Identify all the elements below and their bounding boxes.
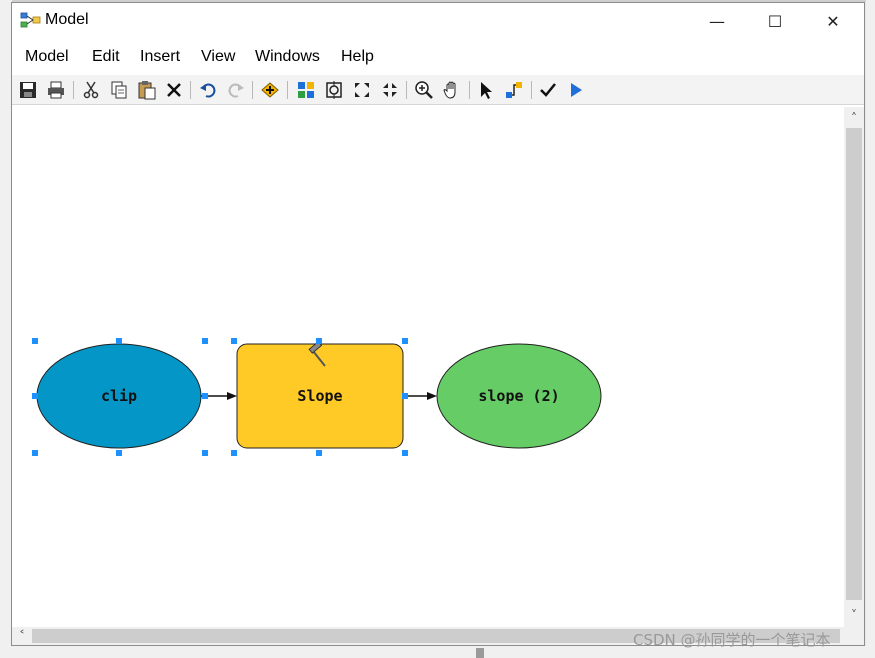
- zoom-in-fixed-icon[interactable]: [351, 79, 373, 101]
- print-icon[interactable]: [45, 79, 67, 101]
- model-builder-icon: [20, 12, 42, 28]
- toolbar: [12, 75, 864, 105]
- node-slope-output[interactable]: slope (2): [436, 343, 602, 449]
- save-icon[interactable]: [17, 79, 39, 101]
- toolbar-separator: [190, 81, 191, 99]
- select-icon[interactable]: [475, 79, 497, 101]
- menu-bar: Model Edit Insert View Windows Help: [12, 41, 864, 71]
- minimize-button[interactable]: —: [688, 3, 746, 39]
- title-bar[interactable]: Model — ☐ ✕: [12, 3, 864, 39]
- validate-icon[interactable]: [537, 79, 559, 101]
- menu-model[interactable]: Model: [25, 48, 69, 66]
- menu-help[interactable]: Help: [341, 48, 374, 66]
- toolbar-separator: [406, 81, 407, 99]
- auto-layout-icon[interactable]: [295, 79, 317, 101]
- menu-insert[interactable]: Insert: [140, 48, 180, 66]
- model-window: Model — ☐ ✕ Model Edit Insert View Windo…: [11, 2, 865, 646]
- background-app-right: [866, 0, 875, 658]
- connect-icon[interactable]: [503, 79, 525, 101]
- scroll-left-icon[interactable]: ˂: [14, 627, 30, 645]
- full-extent-icon[interactable]: [323, 79, 345, 101]
- node-clip[interactable]: clip: [36, 343, 202, 449]
- model-canvas[interactable]: clip Slope slope (2): [12, 105, 844, 627]
- zoom-out-fixed-icon[interactable]: [379, 79, 401, 101]
- undo-icon[interactable]: [197, 79, 219, 101]
- paste-icon[interactable]: [136, 79, 158, 101]
- toolbar-separator: [287, 81, 288, 99]
- watermark-text: CSDN @孙同学的一个笔记本: [633, 631, 831, 649]
- cut-icon[interactable]: [80, 79, 102, 101]
- scroll-down-icon[interactable]: ˅: [844, 606, 864, 624]
- node-clip-label: clip: [101, 387, 137, 405]
- maximize-icon: ☐: [767, 11, 783, 31]
- node-slope-output-label: slope (2): [478, 387, 559, 405]
- toolbar-separator: [469, 81, 470, 99]
- delete-icon[interactable]: [163, 79, 185, 101]
- scrollbar-corner: [844, 627, 864, 645]
- add-data-icon[interactable]: [259, 79, 281, 101]
- node-slope-tool-label: Slope: [297, 387, 342, 405]
- pan-icon[interactable]: [441, 79, 463, 101]
- scroll-up-icon[interactable]: ˄: [844, 109, 864, 127]
- model-diagram: clip Slope slope (2): [32, 338, 602, 456]
- redo-icon[interactable]: [225, 79, 247, 101]
- toolbar-separator: [531, 81, 532, 99]
- toolbar-separator: [252, 81, 253, 99]
- menu-windows[interactable]: Windows: [255, 48, 320, 66]
- menu-edit[interactable]: Edit: [92, 48, 120, 66]
- connector-slope-to-output[interactable]: [403, 392, 437, 400]
- close-button[interactable]: ✕: [804, 3, 862, 39]
- toolbar-separator: [73, 81, 74, 99]
- copy-icon[interactable]: [108, 79, 130, 101]
- window-title: Model: [45, 11, 89, 28]
- maximize-button[interactable]: ☐: [746, 3, 804, 39]
- run-icon[interactable]: [565, 79, 587, 101]
- close-icon: ✕: [826, 11, 840, 31]
- minimize-icon: —: [709, 11, 725, 31]
- vertical-scrollbar[interactable]: ˄ ˅: [844, 107, 864, 627]
- zoom-in-icon[interactable]: [413, 79, 435, 101]
- menu-view[interactable]: View: [201, 48, 235, 66]
- vertical-scroll-thumb[interactable]: [846, 128, 862, 600]
